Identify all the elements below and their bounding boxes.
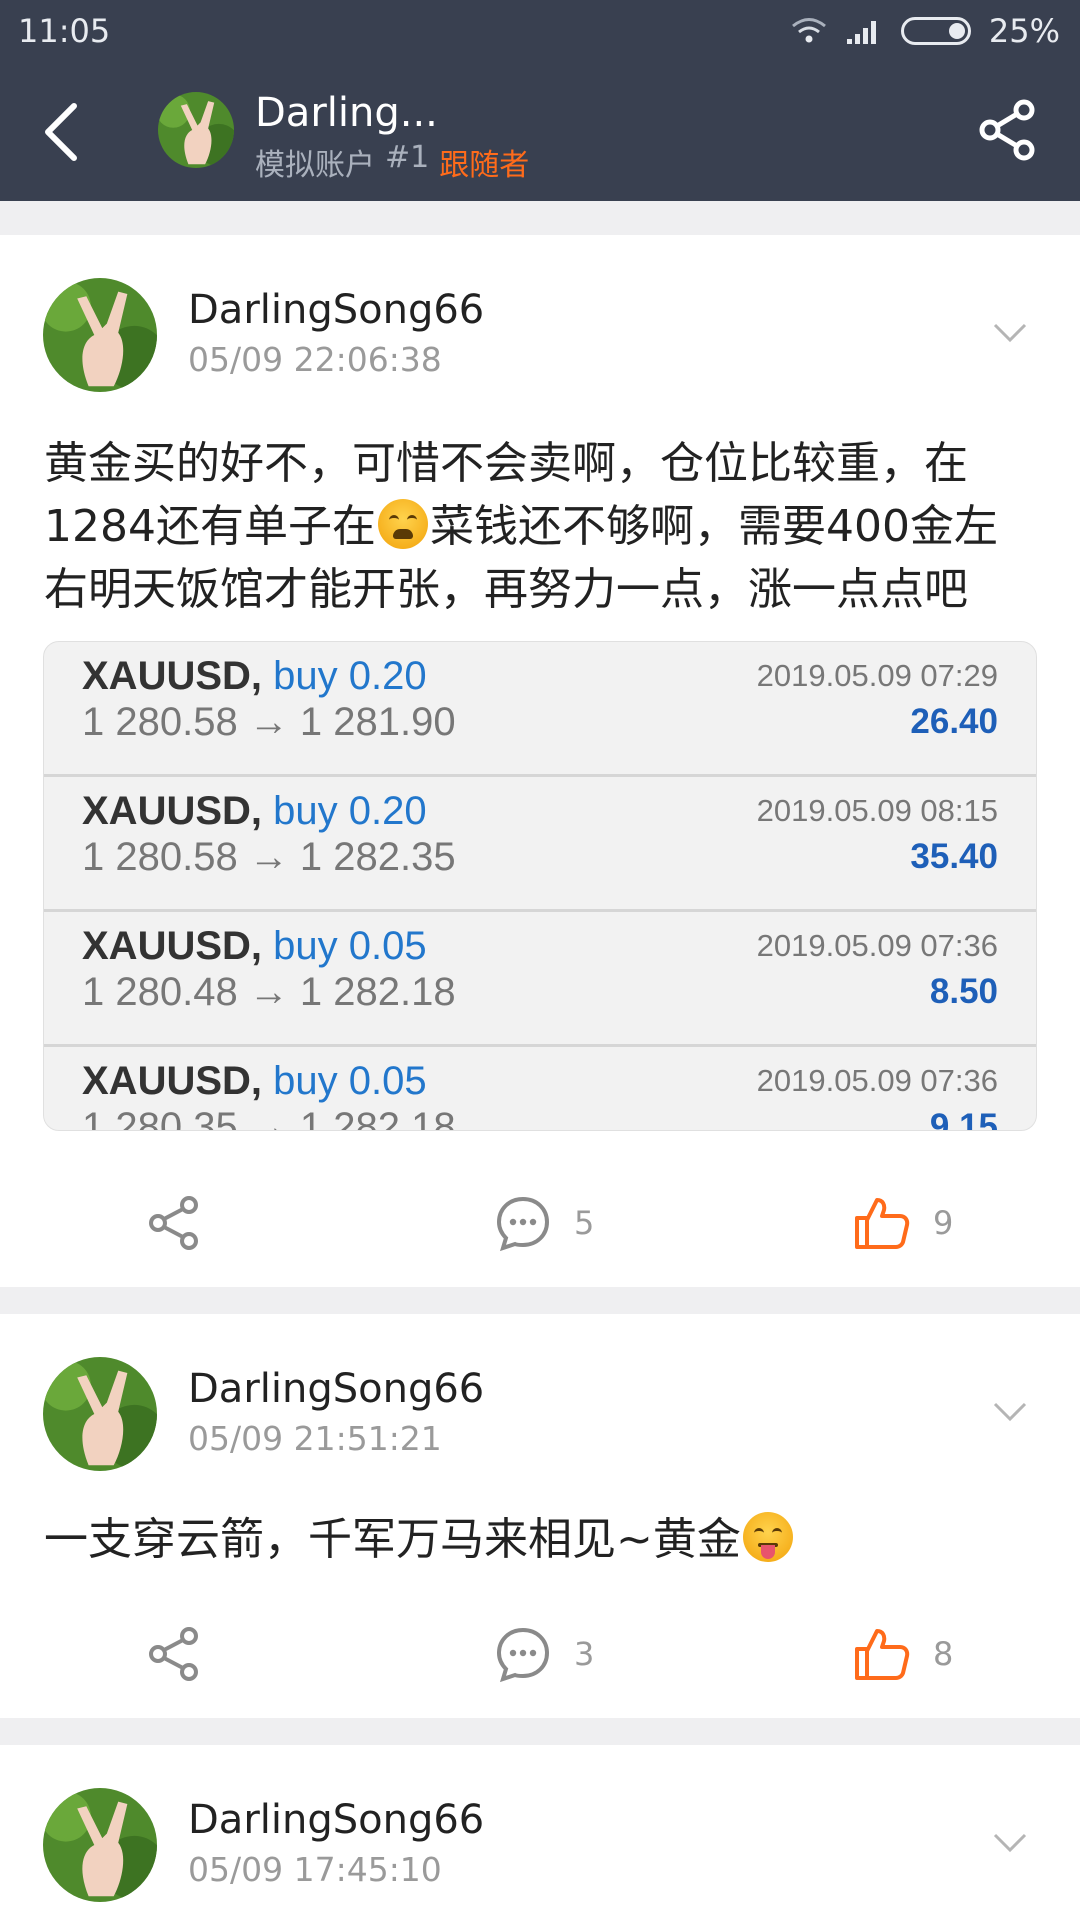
trade-prices: 1 280.35 → 1 282.18 [82, 1105, 456, 1131]
nav-bar: Darling... 模拟账户 #1 跟随者 [0, 62, 1080, 201]
like-count: 9 [933, 1204, 954, 1242]
trade-symbol: XAUUSD, buy 0.05 [82, 1059, 427, 1103]
status-bar: 11:05 25% [0, 0, 1080, 62]
post-username[interactable]: DarlingSong66 [188, 287, 484, 333]
comment-icon [496, 1196, 550, 1252]
page-title: Darling... [255, 90, 438, 136]
trades-image[interactable]: XAUUSD, buy 0.20 1 280.58 → 1 281.90 201… [43, 641, 1037, 1131]
follow-link[interactable]: 跟随者 [439, 140, 529, 184]
post-card: DarlingSong66 05/09 17:45:10 [0, 1745, 1080, 1920]
post-username[interactable]: DarlingSong66 [188, 1797, 484, 1843]
trade-profit: 8.50 [929, 972, 998, 1011]
trade-side: buy 0.05 [273, 924, 427, 968]
header-avatar[interactable] [158, 92, 234, 168]
battery-percent: 25% [988, 12, 1060, 50]
post-text-part1: 一支穿云箭，千军万马来相见~黄金 [44, 1514, 741, 1565]
weary-face-emoji-icon [377, 499, 428, 549]
app-root: 11:05 25% Darling... 模拟账户 #1 跟随者 Darling… [0, 0, 1080, 1920]
account-type: 模拟账户 [255, 148, 375, 183]
like-button[interactable]: 9 [853, 1183, 953, 1263]
trade-profit: 35.40 [910, 837, 998, 876]
avatar[interactable] [43, 1357, 157, 1471]
comment-button[interactable]: 3 [494, 1614, 594, 1694]
chevron-down-icon[interactable] [992, 321, 1028, 345]
comment-count: 5 [574, 1204, 595, 1242]
top-bar: 11:05 25% Darling... 模拟账户 #1 跟随者 [0, 0, 1080, 201]
post-card: DarlingSong66 05/09 22:06:38 黄金买的好不，可惜不会… [0, 235, 1080, 1287]
trade-side: buy 0.20 [273, 789, 427, 833]
post-text: 黄金买的好不，可惜不会卖啊，仓位比较重，在1284还有单子在 菜钱还不够啊，需要4… [44, 432, 1040, 621]
trade-profit: 9.15 [929, 1107, 998, 1131]
trade-symbol: XAUUSD, buy 0.05 [82, 924, 427, 968]
chevron-down-icon[interactable] [992, 1831, 1028, 1855]
share-icon[interactable] [976, 98, 1040, 162]
battery-icon [900, 17, 971, 45]
trade-row: XAUUSD, buy 0.20 1 280.58 → 1 281.90 201… [44, 642, 1036, 777]
status-time: 11:05 [18, 12, 111, 50]
thumbs-up-icon [855, 1198, 910, 1249]
post-card: DarlingSong66 05/09 21:51:21 一支穿云箭，千军万马来… [0, 1314, 1080, 1718]
trade-date: 2019.05.09 07:29 [756, 658, 998, 693]
tongue-face-emoji-icon [742, 1512, 793, 1562]
trade-profit: 26.40 [910, 702, 998, 741]
trade-prices: 1 280.58 → 1 281.90 [82, 700, 456, 744]
share-button[interactable] [145, 1614, 203, 1694]
comment-count: 3 [574, 1635, 595, 1673]
thumbs-up-icon [855, 1629, 910, 1680]
post-username[interactable]: DarlingSong66 [188, 1366, 484, 1412]
comment-button[interactable]: 5 [494, 1183, 594, 1263]
trade-row: XAUUSD, buy 0.05 1 280.48 → 1 282.18 201… [44, 912, 1036, 1047]
post-timestamp: 05/09 22:06:38 [188, 340, 442, 379]
trade-date: 2019.05.09 07:36 [756, 928, 998, 963]
back-arrow-icon[interactable] [38, 102, 86, 162]
share-icon [149, 1196, 198, 1250]
post-actions: 3 8 [0, 1614, 1080, 1694]
status-icons: 25% [791, 12, 1060, 50]
like-count: 8 [933, 1635, 954, 1673]
like-button[interactable]: 8 [853, 1614, 953, 1694]
share-icon [149, 1627, 198, 1681]
trade-symbol: XAUUSD, buy 0.20 [82, 789, 427, 833]
wifi-icon [791, 18, 826, 43]
comment-icon [496, 1627, 550, 1683]
share-button[interactable] [145, 1183, 203, 1263]
account-subtitle: 模拟账户 #1 跟随者 [255, 140, 529, 184]
trade-date: 2019.05.09 07:36 [756, 1063, 998, 1098]
trade-side: buy 0.20 [273, 654, 427, 698]
avatar[interactable] [43, 278, 157, 392]
trade-symbol: XAUUSD, buy 0.20 [82, 654, 427, 698]
account-number: #1 [385, 140, 430, 175]
chevron-down-icon[interactable] [992, 1400, 1028, 1424]
post-actions: 5 9 [0, 1183, 1080, 1263]
trade-row: XAUUSD, buy 0.20 1 280.58 → 1 282.35 201… [44, 777, 1036, 912]
trade-prices: 1 280.58 → 1 282.35 [82, 835, 456, 879]
trade-prices: 1 280.48 → 1 282.18 [82, 970, 456, 1014]
avatar[interactable] [43, 1788, 157, 1902]
trade-date: 2019.05.09 08:15 [756, 793, 998, 828]
trade-side: buy 0.05 [273, 1059, 427, 1103]
post-text: 一支穿云箭，千军万马来相见~黄金 [44, 1508, 1040, 1571]
post-timestamp: 05/09 21:51:21 [188, 1419, 442, 1458]
trade-row: XAUUSD, buy 0.05 1 280.35 → 1 282.18 201… [44, 1047, 1036, 1131]
post-timestamp: 05/09 17:45:10 [188, 1850, 442, 1889]
signal-icon [846, 21, 876, 44]
